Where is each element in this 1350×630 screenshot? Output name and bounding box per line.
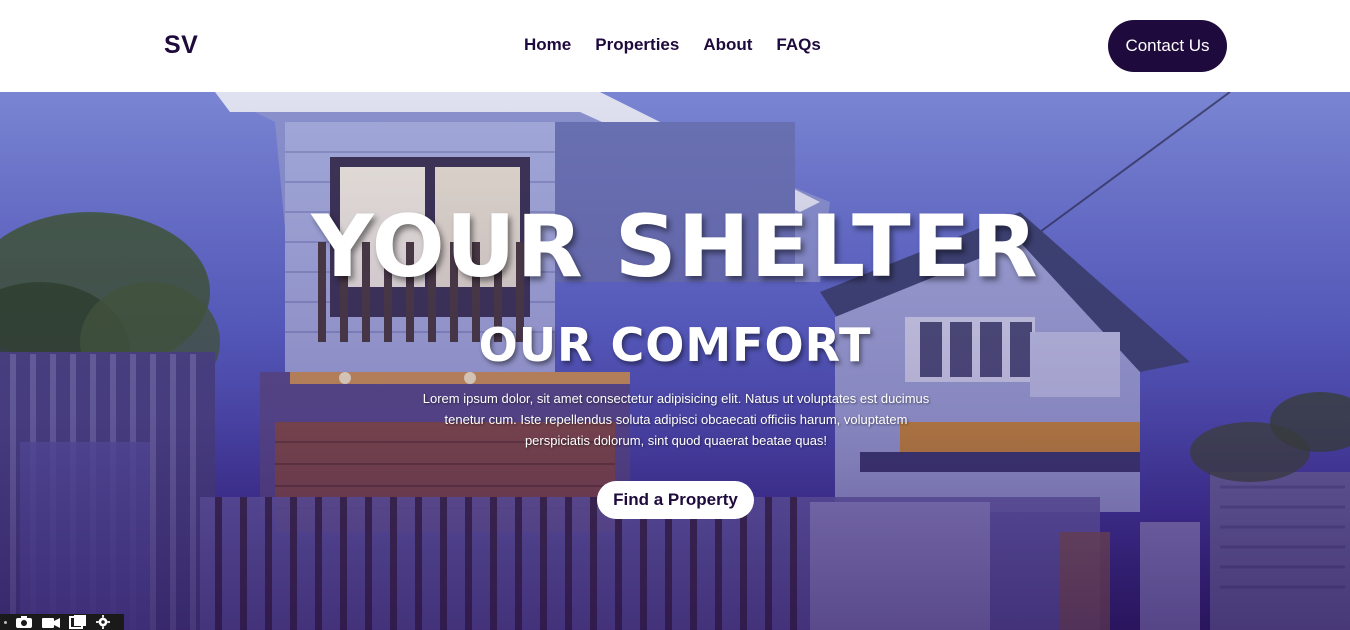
capture-toolbar — [0, 614, 124, 630]
nav-link-about[interactable]: About — [703, 35, 752, 55]
navbar: SV Home Properties About FAQs Contact Us — [0, 0, 1350, 92]
hero-description: Lorem ipsum dolor, sit amet consectetur … — [422, 391, 930, 448]
toolbar-handle[interactable] — [4, 620, 7, 624]
gear-icon[interactable] — [95, 615, 111, 629]
logo[interactable]: SV — [164, 31, 198, 60]
nav-link-home[interactable]: Home — [524, 35, 571, 55]
nav-link-properties[interactable]: Properties — [595, 35, 679, 55]
nav-link-faqs[interactable]: FAQs — [776, 35, 820, 55]
find-property-button[interactable]: Find a Property — [597, 481, 754, 519]
hero-title: YOUR SHELTER — [311, 197, 1039, 297]
hero-section: YOUR SHELTER OUR COMFORT Lorem ipsum dol… — [0, 92, 1350, 630]
window-icon[interactable] — [69, 615, 87, 629]
hero-subtitle: OUR COMFORT — [478, 318, 872, 372]
video-icon[interactable] — [41, 615, 61, 629]
contact-us-button[interactable]: Contact Us — [1108, 20, 1227, 72]
nav-links: Home Properties About FAQs — [524, 35, 821, 55]
camera-icon[interactable] — [15, 615, 33, 629]
